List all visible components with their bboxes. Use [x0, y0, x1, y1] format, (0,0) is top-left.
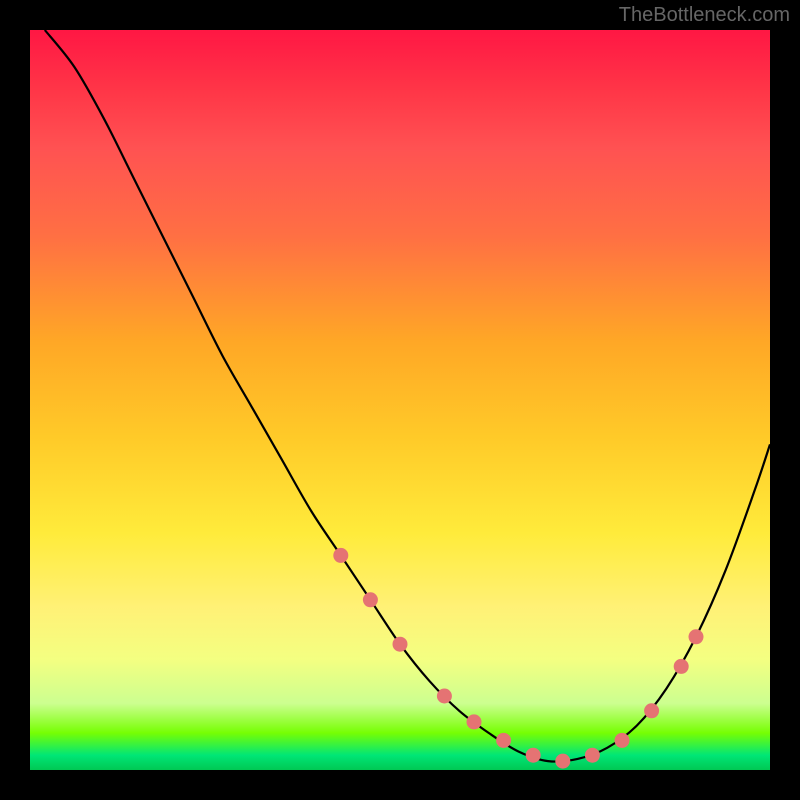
highlight-point	[363, 592, 378, 607]
bottleneck-curve	[45, 30, 770, 762]
highlight-point	[644, 703, 659, 718]
highlight-point	[437, 689, 452, 704]
chart-plot-area	[30, 30, 770, 770]
highlight-point	[526, 748, 541, 763]
highlight-point	[496, 733, 511, 748]
highlight-point	[674, 659, 689, 674]
marker-group	[333, 548, 703, 769]
highlight-point	[467, 714, 482, 729]
highlight-point	[393, 637, 408, 652]
highlight-point	[615, 733, 630, 748]
watermark-text: TheBottleneck.com	[619, 4, 790, 27]
chart-svg	[30, 30, 770, 770]
highlight-point	[333, 548, 348, 563]
highlight-point	[555, 754, 570, 769]
highlight-point	[689, 629, 704, 644]
highlight-point	[585, 748, 600, 763]
